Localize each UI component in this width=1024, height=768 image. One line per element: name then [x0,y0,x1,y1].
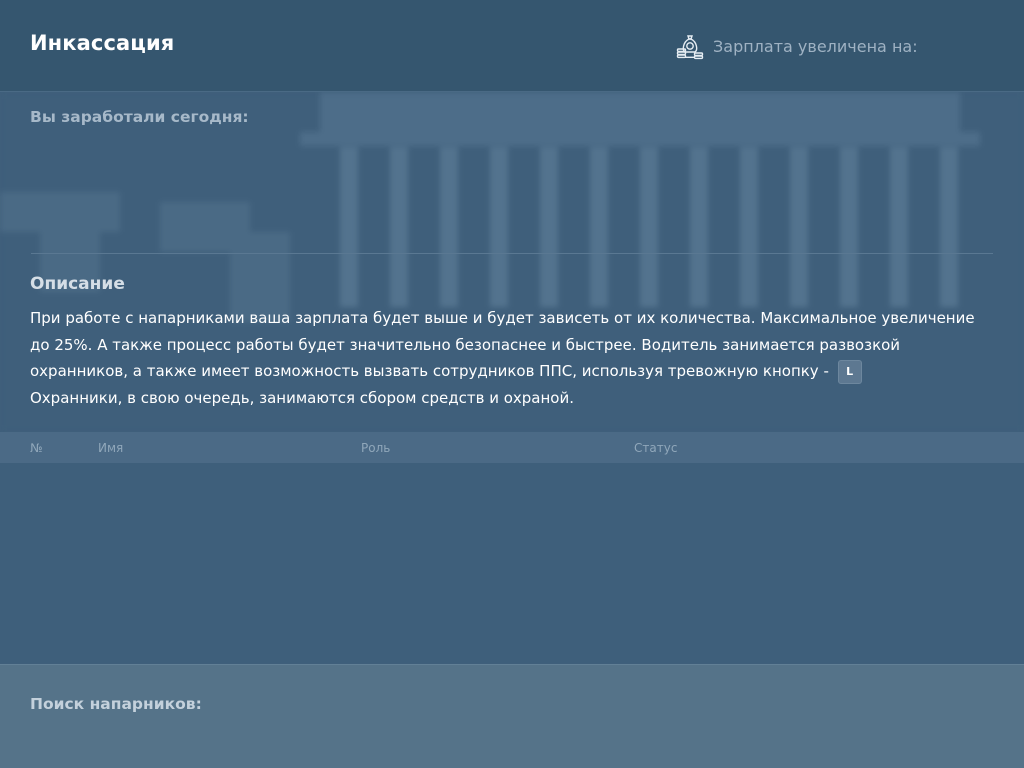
description-guards-line: Охранники, в свою очередь, занимаются сб… [30,388,574,407]
partners-table-body [0,463,1024,663]
collection-job-panel: Инкассация Зарплата увеличена на: Вы зар… [0,0,1024,768]
column-name: Имя [98,441,124,455]
money-bag-icon [676,35,704,60]
section-divider [31,253,993,254]
salary-increase-label: Зарплата увеличена на: [713,36,918,56]
description-paragraph: При работе с напарниками ваша зарплата б… [30,309,975,380]
alarm-key-badge: L [837,359,862,384]
description-text: При работе с напарниками ваша зарплата б… [30,305,990,411]
salary-bonus: Зарплата увеличена на: [676,32,918,60]
partner-search-section: Поиск напарников: [0,664,1024,768]
partner-search-label: Поиск напарников: [30,695,202,713]
column-role: Роль [361,441,391,455]
description-title: Описание [30,274,125,294]
column-status: Статус [634,441,678,455]
earned-today-label: Вы заработали сегодня: [30,108,249,126]
partners-table-header: № Имя Роль Статус [0,432,1024,463]
header-bar: Инкассация Зарплата увеличена на: [0,0,1024,92]
page-title: Инкассация [30,31,175,55]
column-number: № [30,441,43,455]
